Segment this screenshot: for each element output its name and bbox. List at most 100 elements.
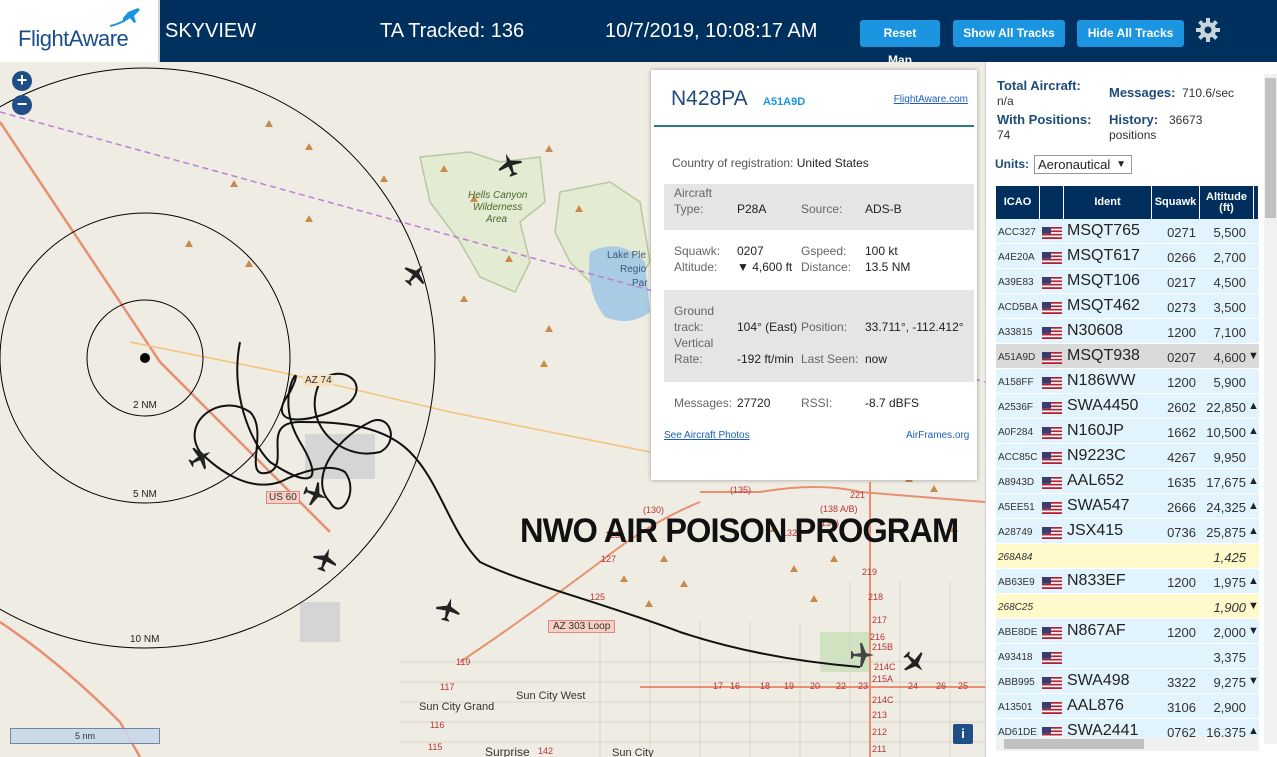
vertical-scrollbar-thumb[interactable] <box>1265 78 1276 218</box>
app-title: SKYVIEW <box>165 20 257 42</box>
cell-altitude: 1,425 <box>1213 550 1246 565</box>
table-row[interactable]: ACC85C N9223C 4267 9,950 <box>996 444 1259 469</box>
table-row[interactable]: A2536F SWA4450 2602 22,850 ▲ <box>996 394 1259 419</box>
col-header-altitude[interactable]: Altitude (ft) <box>1200 186 1254 219</box>
cell-altitude: 5,900 <box>1213 375 1246 390</box>
us-flag-icon <box>1042 676 1062 689</box>
cell-ident: N186WW <box>1067 372 1136 389</box>
place-hells-canyon: Hells Canyon <box>468 190 528 201</box>
squawk-block: Squawk: 0207 Gspeed: 100 kt Altitude: ▼ … <box>664 242 974 282</box>
hide-all-tracks-button[interactable]: Hide All Tracks <box>1077 20 1184 47</box>
road-label-119: 119 <box>456 657 471 667</box>
table-row[interactable]: A158FF N186WW 1200 5,900 <box>996 369 1259 394</box>
table-row[interactable]: A51A9D MSQT938 0207 4,600 ▼ <box>996 344 1259 369</box>
cell-icao: A39E83 <box>998 277 1034 288</box>
table-row[interactable]: 268C25 1,900 ▼ <box>996 594 1259 619</box>
cell-ident: AAL652 <box>1067 472 1124 489</box>
cell-altitude: 3,500 <box>1213 300 1246 315</box>
table-row[interactable]: ABE8DE N867AF 1200 2,000 ▼ <box>996 619 1259 644</box>
cell-squawk: 1200 <box>1167 375 1196 390</box>
cell-squawk: 4267 <box>1167 450 1196 465</box>
ground-label: Ground <box>674 304 715 318</box>
range-ring-10nm <box>0 67 436 649</box>
cell-icao: A28749 <box>998 527 1033 538</box>
table-row[interactable]: A33815 N30608 1200 7,100 <box>996 319 1259 344</box>
gspeed-value: 100 kt <box>865 244 898 258</box>
us-flag-icon <box>1042 476 1062 489</box>
current-datetime: 10/7/2019, 10:08:17 AM <box>605 20 818 42</box>
col-header-squawk[interactable]: Squawk <box>1152 186 1200 219</box>
place-surprise: Surprise <box>485 745 530 757</box>
cell-icao: ACC327 <box>998 227 1036 238</box>
units-select[interactable]: Aeronautical ▼ <box>1034 155 1132 174</box>
table-row[interactable]: A28749 JSX415 0736 25,875 ▲ <box>996 519 1259 544</box>
table-row[interactable]: ACD5BA MSQT462 0273 3,500 <box>996 294 1259 319</box>
table-row[interactable]: A93418 3,375 <box>996 644 1259 669</box>
flightaware-link[interactable]: FlightAware.com <box>894 94 968 105</box>
road-label-17: 17 <box>713 681 724 691</box>
cell-altitude: 4,600 <box>1213 350 1246 365</box>
aircraft-photos-link[interactable]: See Aircraft Photos <box>664 430 750 441</box>
place-sun-city-grand: Sun City Grand <box>419 701 495 713</box>
messages-label: Messages: <box>674 396 733 410</box>
country-value: United States <box>796 156 869 170</box>
cell-icao: A51A9D <box>998 352 1036 363</box>
distance-value: 13.5 NM <box>865 260 911 274</box>
cell-altitude: 1,975 <box>1213 575 1246 590</box>
table-row[interactable]: ACC327 MSQT765 0271 5,500 <box>996 219 1259 244</box>
show-all-tracks-button[interactable]: Show All Tracks <box>953 20 1065 47</box>
cell-icao: A93418 <box>998 652 1033 663</box>
cell-vertical-trend-icon: ▲ <box>1248 475 1259 487</box>
reset-map-button[interactable]: Reset Map <box>860 20 940 67</box>
road-label-117: 117 <box>440 682 455 692</box>
cell-vertical-trend-icon: ▲ <box>1248 575 1259 587</box>
col-header-icao[interactable]: ICAO <box>996 186 1040 219</box>
us-flag-icon <box>1042 701 1062 714</box>
table-row[interactable]: A0F284 N160JP 1662 10,500 ▲ <box>996 419 1259 444</box>
map-scale-bar: 5 nm <box>10 728 160 744</box>
table-row[interactable]: A39E83 MSQT106 0217 4,500 <box>996 269 1259 294</box>
table-row[interactable]: AB63E9 N833EF 1200 1,975 ▲ <box>996 569 1259 594</box>
zoom-out-button[interactable]: − <box>12 95 32 115</box>
road-label-214c-2: 214C <box>872 695 894 705</box>
cell-squawk: 0266 <box>1167 250 1196 265</box>
cell-squawk: 0273 <box>1167 300 1196 315</box>
road-label-18: 18 <box>760 681 771 691</box>
with-positions-value: 74 <box>997 128 1011 142</box>
cell-altitude: 9,275 <box>1213 675 1246 690</box>
table-row[interactable]: ABB995 SWA498 3322 9,275 ▼ <box>996 669 1259 694</box>
total-aircraft-value: n/a <box>997 94 1014 108</box>
road-label-125: 125 <box>590 592 606 602</box>
flightaware-logo[interactable]: FlightAware <box>0 0 160 62</box>
aircraft-sidebar: Total Aircraft: n/a Messages: 710.6/sec … <box>985 62 1277 757</box>
table-row[interactable]: A4E20A MSQT617 0266 2,700 <box>996 244 1259 269</box>
table-row[interactable]: A5EE51 SWA547 2666 24,325 ▲ <box>996 494 1259 519</box>
col-header-ident[interactable]: Ident <box>1064 186 1152 219</box>
table-row[interactable]: 268A84 1,425 <box>996 544 1259 569</box>
squawk-label: Squawk: <box>674 244 721 258</box>
cell-altitude: 24,325 <box>1206 500 1246 515</box>
us-flag-icon <box>1042 501 1062 514</box>
zoom-in-button[interactable]: + <box>12 71 32 91</box>
settings-gear-icon[interactable] <box>1195 17 1221 43</box>
messages-value: 27720 <box>737 396 771 410</box>
cell-altitude: 22,850 <box>1206 400 1246 415</box>
road-label-211: 211 <box>872 744 887 754</box>
us-flag-icon <box>1042 526 1062 539</box>
wilderness-area <box>419 151 546 293</box>
airframes-link[interactable]: AirFrames.org <box>906 430 969 441</box>
squawk-value: 0207 <box>737 244 764 258</box>
chevron-down-icon: ▼ <box>1116 159 1126 170</box>
cell-squawk: 1200 <box>1167 575 1196 590</box>
map-info-button[interactable]: i <box>953 724 973 744</box>
table-row[interactable]: A8943D AAL652 1635 17,675 ▲ <box>996 469 1259 494</box>
cell-vertical-trend-icon: ▲ <box>1248 525 1259 537</box>
cell-altitude: 3,375 <box>1213 650 1246 665</box>
horizontal-scrollbar-thumb[interactable] <box>1004 739 1144 749</box>
cell-vertical-trend-icon: ▲ <box>1248 425 1259 437</box>
col-header-flag[interactable] <box>1040 186 1064 219</box>
road-label-221: 221 <box>850 490 866 500</box>
table-row[interactable]: A13501 AAL876 3106 2,900 <box>996 694 1259 719</box>
cell-icao: A8943D <box>998 477 1035 488</box>
us-flag-icon <box>1042 426 1062 439</box>
